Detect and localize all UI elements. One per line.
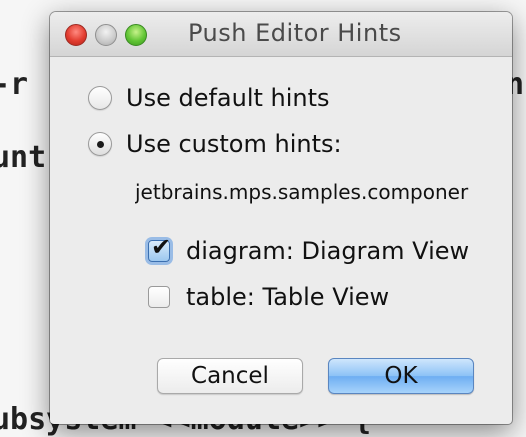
radio-selected-dot-icon: [97, 141, 104, 148]
default-hints-label: Use default hints: [126, 84, 330, 112]
maximize-window-icon[interactable]: [125, 24, 147, 46]
table-hint-label: table: Table View: [186, 283, 390, 311]
module-name-label: jetbrains.mps.samples.componer: [135, 180, 469, 204]
diagram-hint-label: diagram: Diagram View: [186, 237, 470, 265]
default-hints-option[interactable]: Use default hints: [88, 84, 330, 112]
custom-hints-option[interactable]: Use custom hints:: [88, 130, 342, 158]
push-editor-hints-dialog: Push Editor Hints Use default hints Use …: [50, 12, 512, 424]
hint-option-table[interactable]: table: Table View: [148, 283, 389, 311]
custom-hints-radio[interactable]: [88, 132, 112, 156]
close-window-icon[interactable]: [65, 24, 87, 46]
custom-hints-label: Use custom hints:: [126, 130, 342, 158]
default-hints-radio[interactable]: [88, 86, 112, 110]
checkmark-icon: ✔: [151, 233, 172, 261]
dialog-title: Push Editor Hints: [188, 19, 402, 47]
minimize-window-icon[interactable]: [95, 24, 117, 46]
ok-button[interactable]: OK: [328, 358, 474, 394]
table-hint-checkbox[interactable]: [148, 286, 170, 308]
background-code-line: -r: [0, 67, 29, 102]
diagram-hint-checkbox[interactable]: ✔: [148, 235, 171, 262]
cancel-button[interactable]: Cancel: [157, 358, 303, 394]
hint-option-diagram[interactable]: ✔ diagram: Diagram View: [148, 235, 470, 265]
titlebar: Push Editor Hints: [50, 12, 512, 57]
background-code-line: unt: [0, 140, 47, 175]
